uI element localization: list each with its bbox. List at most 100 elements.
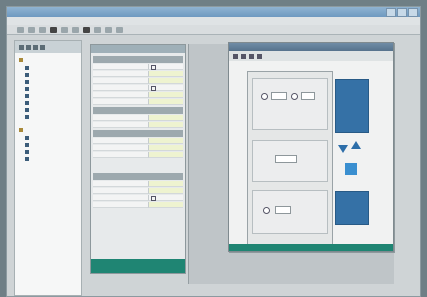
- tree-item[interactable]: [25, 156, 31, 161]
- toolbar-button[interactable]: [105, 26, 112, 33]
- property-row[interactable]: [93, 122, 183, 128]
- editor-tool-icon[interactable]: [241, 53, 246, 59]
- form-icon: [25, 135, 29, 140]
- properties-panel: [90, 44, 186, 274]
- toolbar-button[interactable]: [28, 26, 35, 33]
- tree-item[interactable]: [25, 65, 31, 70]
- folder-icon: [19, 127, 23, 132]
- property-row[interactable]: [93, 71, 183, 77]
- toolbar-button[interactable]: [17, 26, 24, 33]
- property-row[interactable]: [93, 195, 183, 201]
- form-icon: [25, 93, 29, 98]
- property-section[interactable]: [93, 56, 183, 63]
- form-icon: [25, 149, 29, 154]
- input-field[interactable]: [275, 155, 297, 163]
- property-row[interactable]: [93, 188, 183, 194]
- property-value[interactable]: [148, 145, 183, 151]
- property-row[interactable]: [93, 138, 183, 144]
- properties-status: [91, 259, 185, 273]
- radio-button[interactable]: [261, 93, 268, 100]
- toolbar-button[interactable]: [116, 26, 123, 33]
- form-canvas[interactable]: [247, 71, 333, 245]
- property-row[interactable]: [93, 115, 183, 121]
- property-row[interactable]: [93, 145, 183, 151]
- property-value[interactable]: [148, 152, 183, 158]
- property-value[interactable]: [148, 78, 183, 84]
- radio-button[interactable]: [291, 93, 298, 100]
- property-row[interactable]: [93, 64, 183, 70]
- toolbar-button[interactable]: [72, 26, 79, 33]
- form-icon: [25, 100, 29, 105]
- property-section[interactable]: [93, 173, 183, 180]
- tree-item[interactable]: [25, 93, 31, 98]
- property-value[interactable]: [148, 181, 183, 187]
- property-row[interactable]: [93, 85, 183, 91]
- property-value[interactable]: [148, 92, 183, 98]
- tree-item[interactable]: [25, 79, 31, 84]
- form-icon: [25, 114, 29, 119]
- form-icon: [25, 107, 29, 112]
- arrow-up-icon[interactable]: [351, 141, 361, 149]
- property-row[interactable]: [93, 99, 183, 105]
- close-button[interactable]: [408, 8, 418, 17]
- tree-tool-icon[interactable]: [33, 44, 38, 50]
- tree-item[interactable]: [19, 57, 25, 62]
- tree-item[interactable]: [25, 107, 31, 112]
- tree-item[interactable]: [25, 100, 31, 105]
- property-value[interactable]: [148, 188, 183, 194]
- property-value[interactable]: [148, 138, 183, 144]
- maximize-button[interactable]: [397, 8, 407, 17]
- minimize-button[interactable]: [386, 8, 396, 17]
- tree-item[interactable]: [25, 142, 31, 147]
- editor-tool-icon[interactable]: [257, 53, 262, 59]
- form-group: [252, 140, 328, 182]
- property-row[interactable]: [93, 92, 183, 98]
- input-field[interactable]: [275, 206, 291, 214]
- toolbar-button[interactable]: [94, 26, 101, 33]
- editor-title-bar: [229, 43, 393, 51]
- tree-tool-icon[interactable]: [26, 44, 31, 50]
- menu-bar: [7, 17, 420, 25]
- property-value[interactable]: [148, 71, 183, 77]
- input-field[interactable]: [301, 92, 315, 100]
- property-row[interactable]: [93, 78, 183, 84]
- toolbar-button[interactable]: [39, 26, 46, 33]
- project-tree: [14, 40, 82, 296]
- tree-item[interactable]: [25, 135, 31, 140]
- tree-item[interactable]: [25, 149, 31, 154]
- toolbar-button[interactable]: [83, 26, 90, 33]
- form-icon: [25, 79, 29, 84]
- property-row[interactable]: [93, 152, 183, 158]
- form-icon: [25, 72, 29, 77]
- square-icon[interactable]: [345, 163, 357, 175]
- form-icon: [25, 86, 29, 91]
- property-checkbox[interactable]: [148, 85, 183, 91]
- property-checkbox[interactable]: [148, 195, 183, 201]
- radio-button[interactable]: [263, 207, 270, 214]
- tree-item[interactable]: [25, 114, 31, 119]
- property-value[interactable]: [148, 122, 183, 128]
- input-field[interactable]: [271, 92, 287, 100]
- tree-item[interactable]: [19, 127, 25, 132]
- toolbar-button[interactable]: [50, 26, 57, 33]
- editor-tool-icon[interactable]: [249, 53, 254, 59]
- folder-icon: [19, 57, 23, 62]
- tree-item[interactable]: [25, 86, 31, 91]
- preview-thumbnail[interactable]: [335, 191, 369, 225]
- tree-tool-icon[interactable]: [40, 44, 45, 50]
- title-bar: [7, 7, 420, 17]
- preview-image[interactable]: [335, 79, 369, 133]
- property-value[interactable]: [148, 115, 183, 121]
- tree-tool-icon[interactable]: [19, 44, 24, 50]
- property-row[interactable]: [93, 181, 183, 187]
- property-checkbox[interactable]: [148, 64, 183, 70]
- tree-item[interactable]: [25, 72, 31, 77]
- property-value[interactable]: [148, 99, 183, 105]
- property-row[interactable]: [93, 202, 183, 208]
- toolbar-button[interactable]: [61, 26, 68, 33]
- property-value[interactable]: [148, 202, 183, 208]
- editor-tool-icon[interactable]: [233, 53, 238, 59]
- property-section[interactable]: [93, 107, 183, 114]
- arrow-down-icon[interactable]: [338, 145, 348, 153]
- property-section[interactable]: [93, 130, 183, 137]
